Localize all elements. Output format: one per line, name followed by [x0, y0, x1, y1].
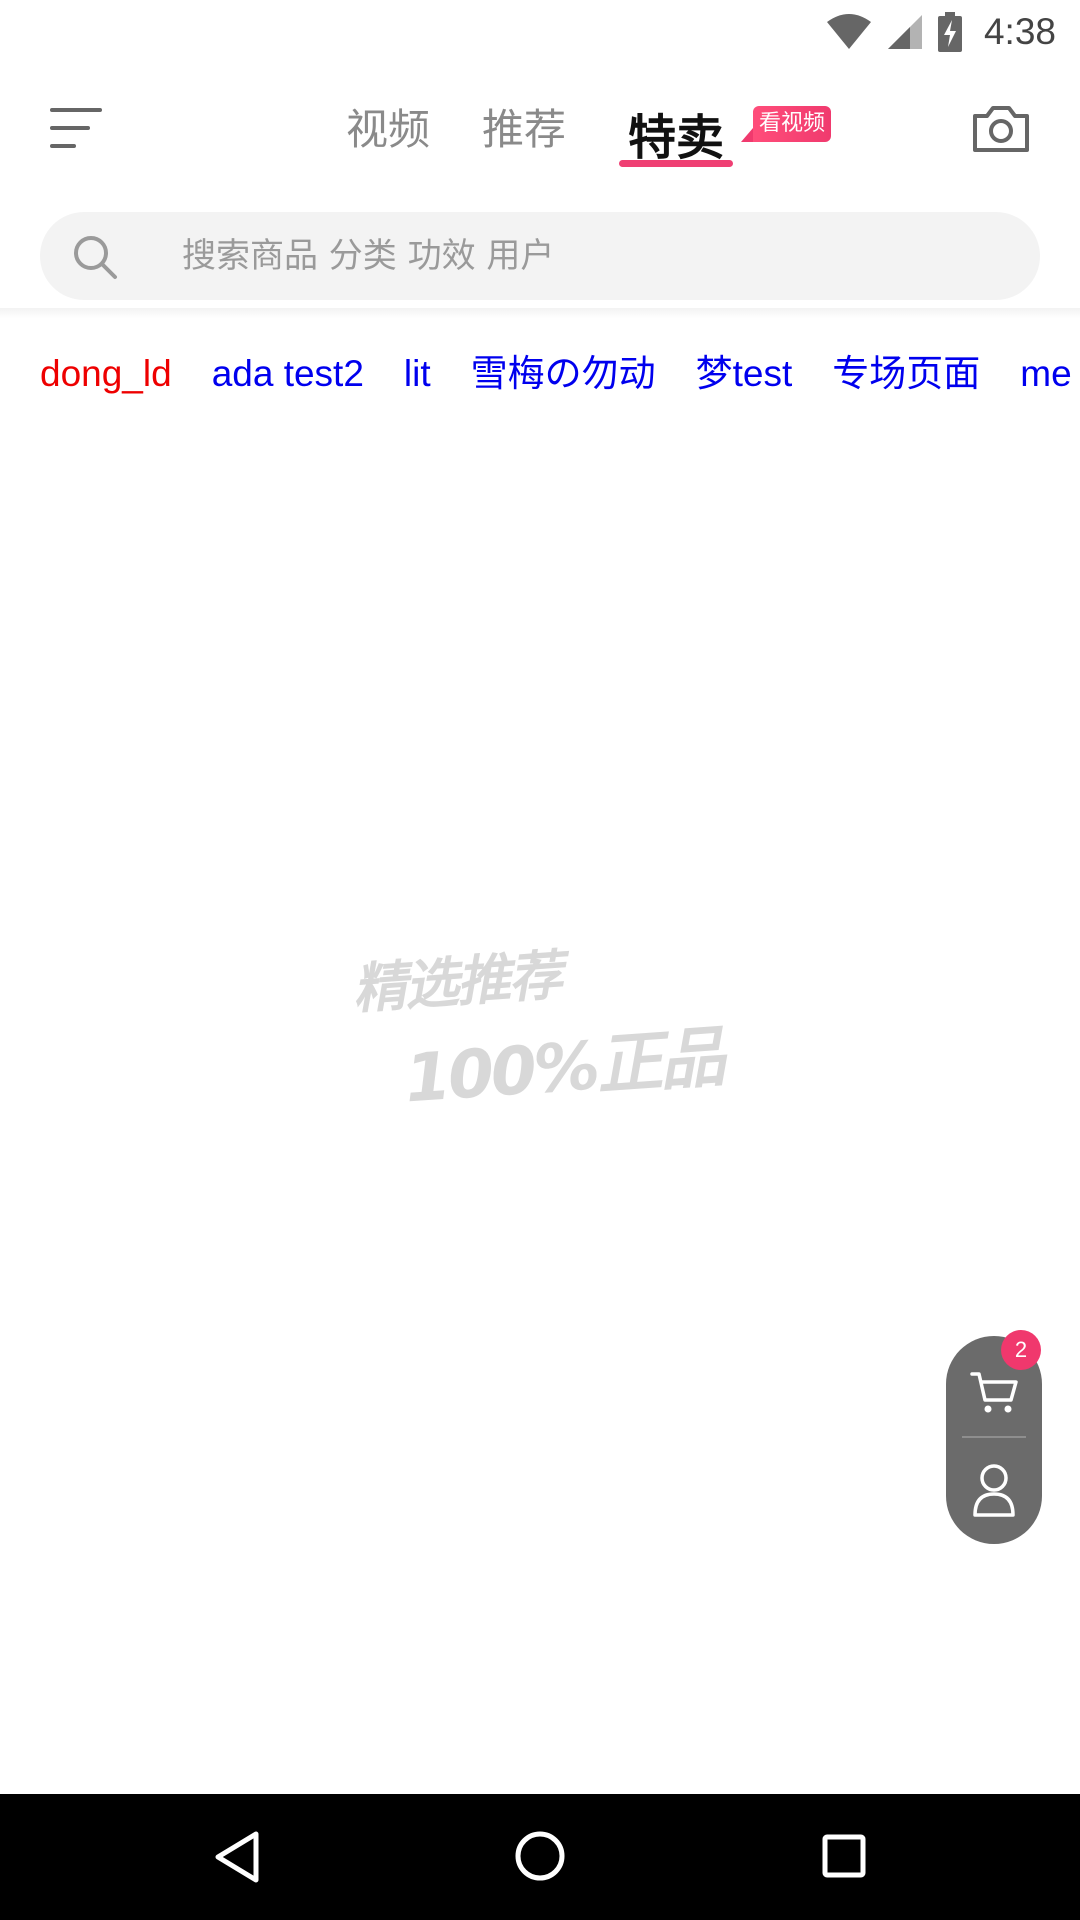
- home-icon[interactable]: [514, 1830, 566, 1882]
- app-screen: 4:38 视频 推荐 特卖 看视频 dong_ld ada test2 lit …: [0, 0, 1080, 1920]
- menu-icon[interactable]: [50, 104, 106, 152]
- search-bar[interactable]: [40, 212, 1040, 300]
- user-button[interactable]: [946, 1440, 1042, 1544]
- tab-recommend[interactable]: 推荐: [482, 96, 566, 157]
- category-item-xuemei[interactable]: 雪梅の勿动: [471, 348, 656, 400]
- search-input[interactable]: [140, 212, 1000, 300]
- user-icon: [973, 1464, 1015, 1517]
- category-item-dong-ld[interactable]: dong_ld: [40, 348, 172, 400]
- placeholder-slogan-line1: 精选推荐: [350, 943, 563, 1021]
- header-divider: [0, 308, 1080, 318]
- category-item-special-page[interactable]: 专场页面: [832, 348, 980, 400]
- category-item-ada-test2[interactable]: ada test2: [212, 348, 364, 400]
- watch-video-badge: 看视频: [740, 106, 832, 142]
- tab-video[interactable]: 视频: [346, 96, 430, 157]
- status-bar: 4:38: [0, 0, 1080, 64]
- search-icon: [74, 236, 117, 279]
- shopping-cart-icon: [970, 1372, 1018, 1413]
- battery-charging-icon: [937, 12, 962, 52]
- category-item-lit[interactable]: lit: [404, 348, 431, 400]
- cellular-signal-icon: [887, 15, 922, 49]
- float-panel-divider: [962, 1436, 1026, 1438]
- active-tab-indicator: [619, 160, 733, 167]
- loading-placeholder-logo: 精选推荐 100%正品: [324, 886, 757, 1118]
- tab-sale[interactable]: 特卖: [628, 98, 724, 168]
- category-item-me[interactable]: me: [1020, 348, 1071, 400]
- cart-count-badge: 2: [1001, 1330, 1041, 1370]
- back-icon[interactable]: [212, 1830, 262, 1884]
- wifi-icon: [826, 14, 871, 49]
- system-nav-bar: [0, 1794, 1080, 1920]
- status-time: 4:38: [983, 11, 1056, 52]
- placeholder-slogan-line2: 100%正品: [402, 1018, 726, 1118]
- category-item-meng-test[interactable]: 梦test: [696, 348, 793, 400]
- recents-icon[interactable]: [822, 1834, 866, 1878]
- status-icons: 4:38: [826, 10, 1056, 54]
- category-row: dong_ld ada test2 lit 雪梅の勿动 梦test 专场页面 m…: [40, 348, 1080, 400]
- camera-icon[interactable]: [971, 102, 1031, 154]
